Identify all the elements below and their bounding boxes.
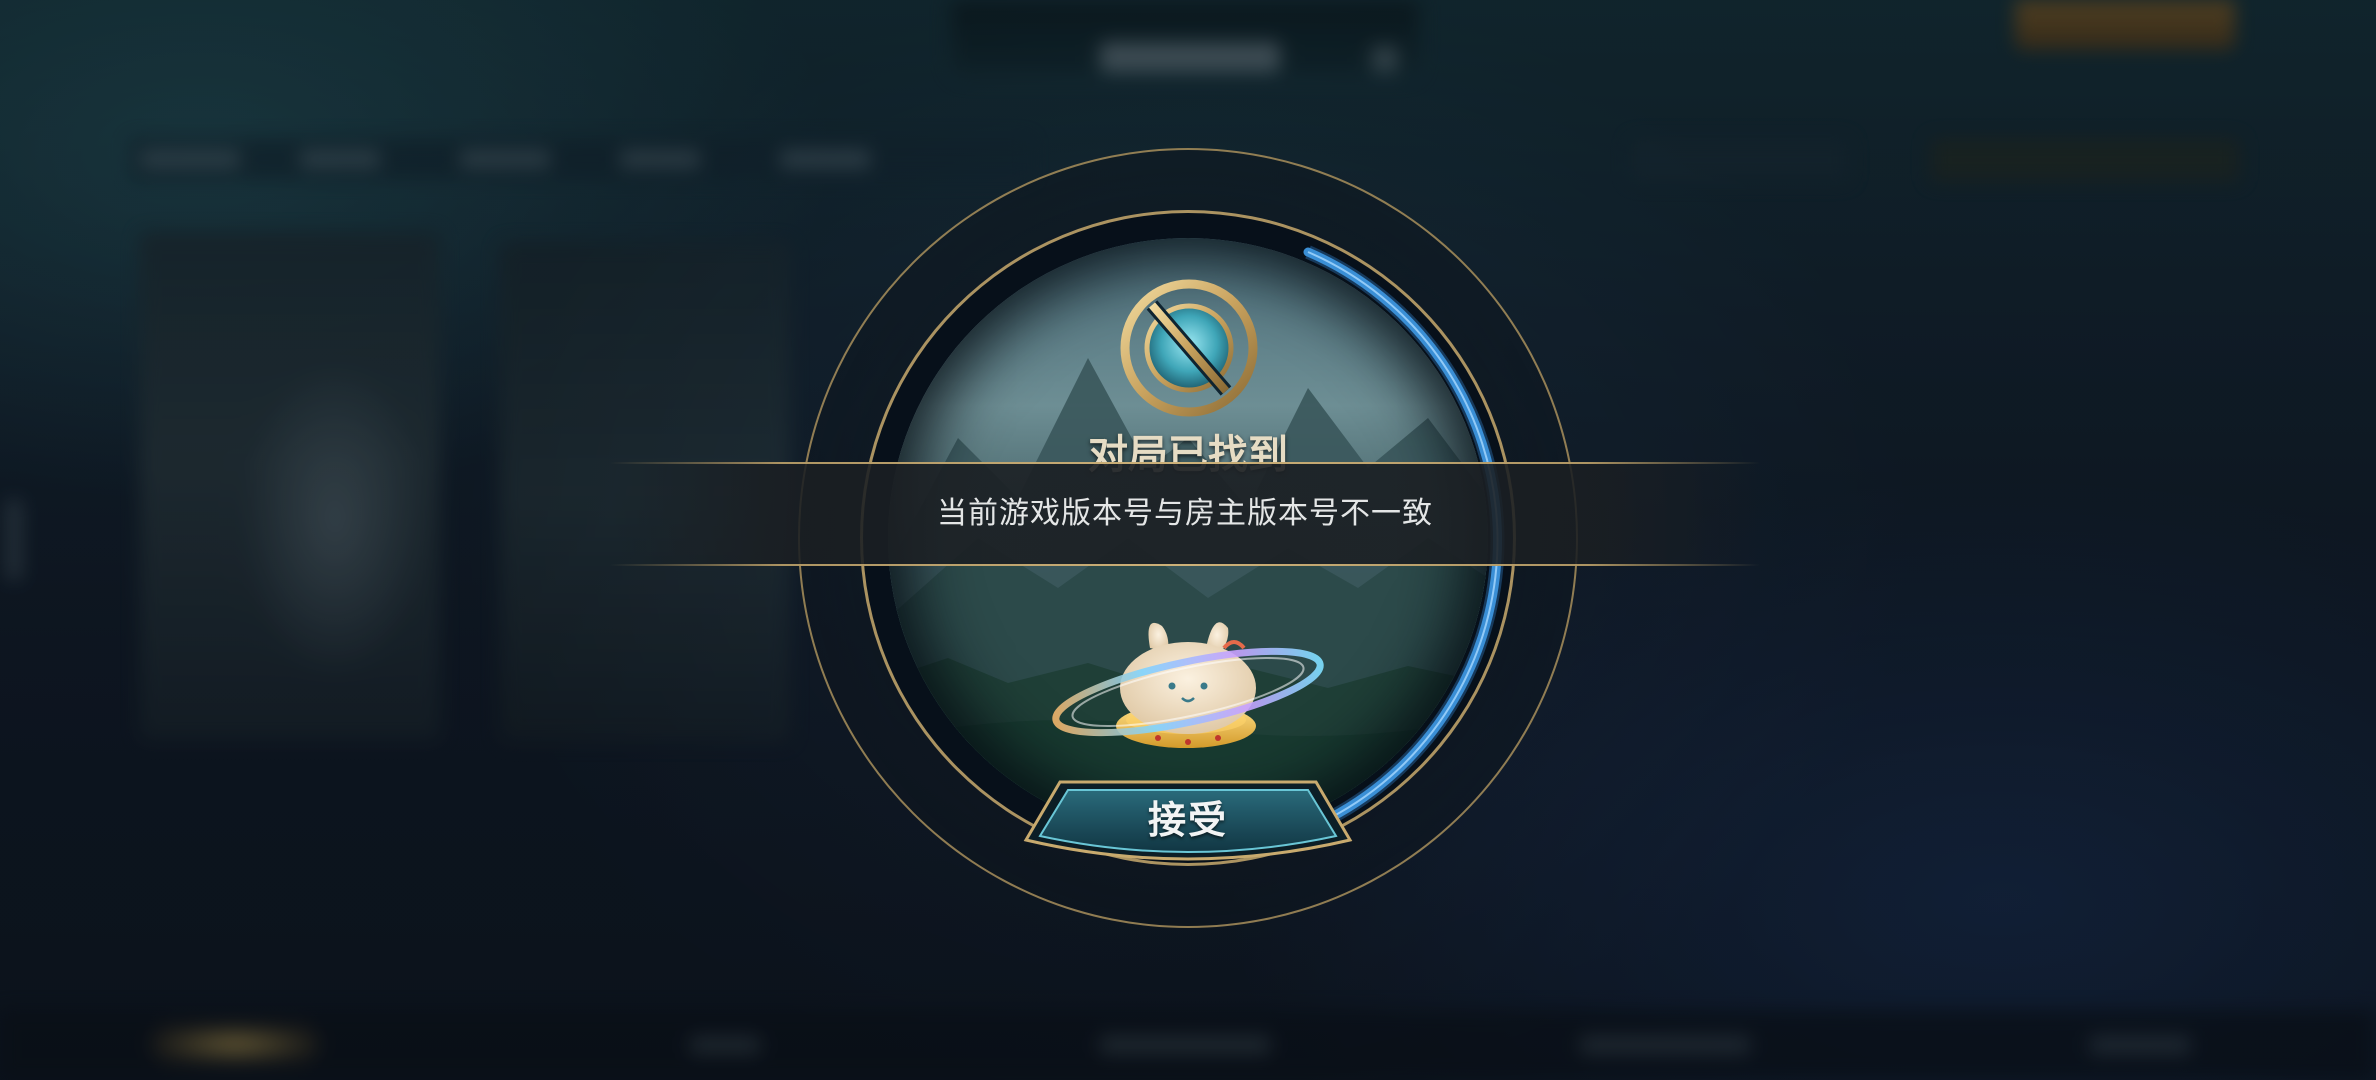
accept-label: 接受: [1147, 798, 1228, 842]
game-screen: 对局已找到 接受 当前游戏版本号与房主版本号不一致: [0, 0, 2376, 1080]
mascot-rabbit-ring-icon: [1052, 622, 1324, 748]
version-mismatch-toast: 当前游戏版本号与房主版本号不一致: [610, 462, 1760, 566]
match-found-emblem-icon: [1120, 279, 1258, 417]
toast-message: 当前游戏版本号与房主版本号不一致: [937, 496, 1433, 531]
accept-button[interactable]: 接受: [1020, 778, 1356, 870]
